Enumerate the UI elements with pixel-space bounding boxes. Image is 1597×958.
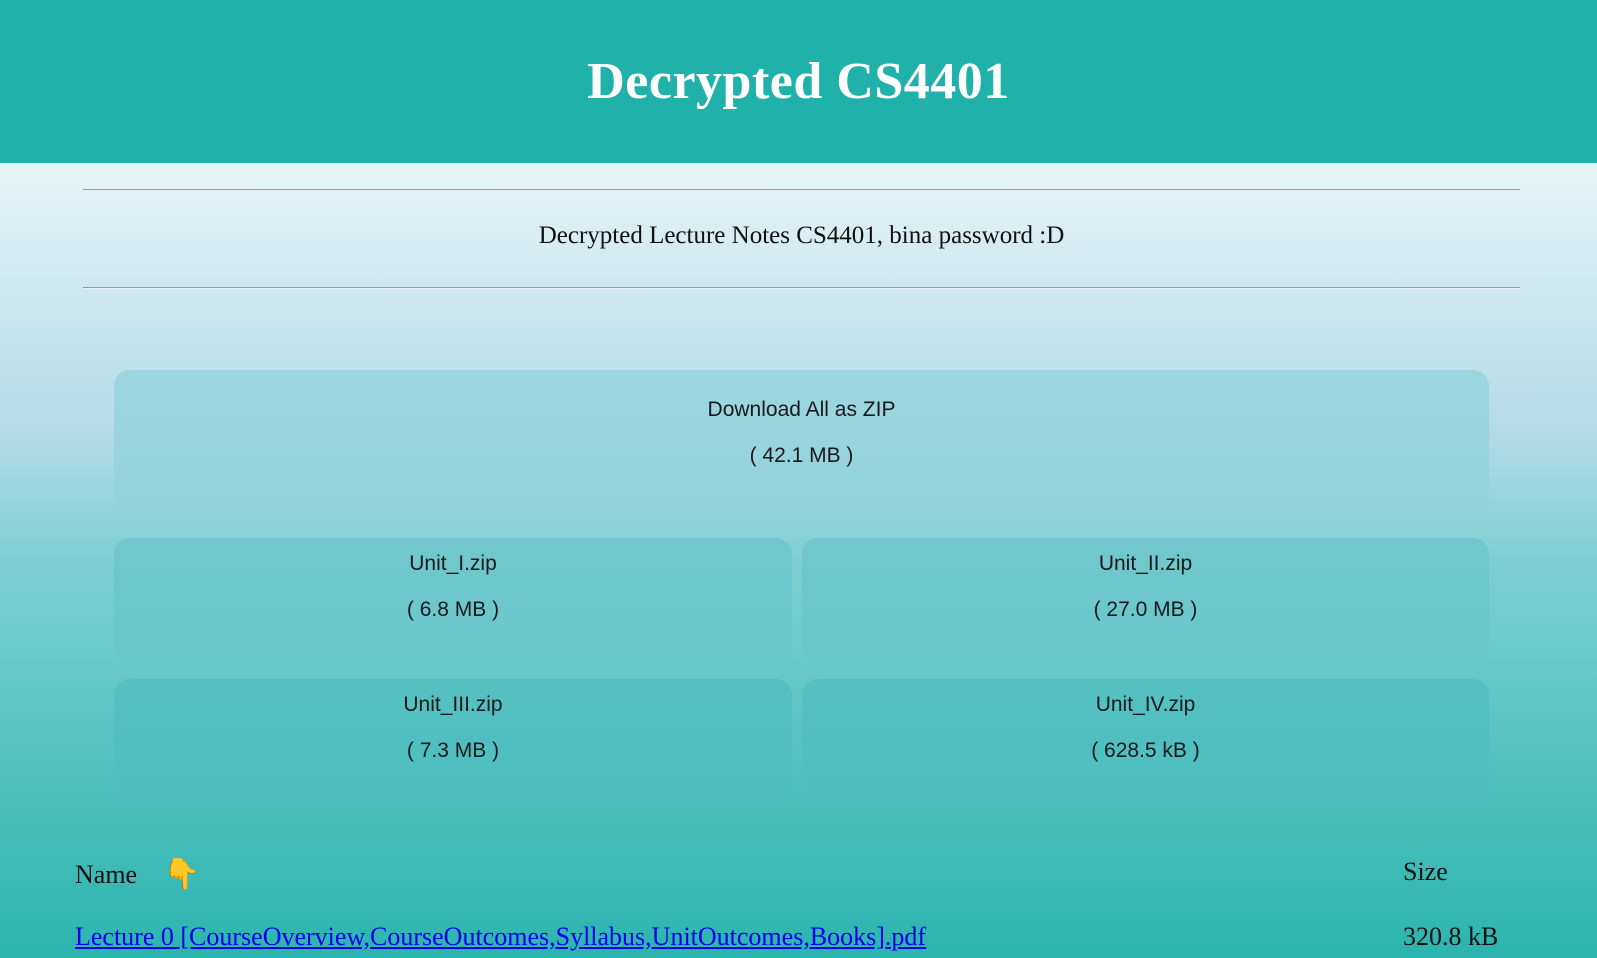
download-unit-3-button[interactable]: Unit_III.zip ( 7.3 MB ) — [114, 679, 792, 802]
download-unit-4-button[interactable]: Unit_IV.zip ( 628.5 kB ) — [802, 679, 1489, 802]
download-unit-2-button[interactable]: Unit_II.zip ( 27.0 MB ) — [802, 538, 1489, 662]
unit-4-label: Unit_IV.zip — [1095, 693, 1196, 716]
unit-4-size: ( 628.5 kB ) — [1091, 739, 1200, 762]
column-header-name: Name 👇 — [75, 860, 200, 890]
unit-3-size: ( 7.3 MB ) — [406, 739, 500, 762]
download-all-size: ( 42.1 MB ) — [749, 444, 854, 467]
divider-bottom — [83, 287, 1520, 289]
unit-1-label: Unit_I.zip — [409, 552, 497, 575]
unit-2-label: Unit_II.zip — [1098, 552, 1193, 575]
pointing-down-hand-icon[interactable]: 👇 — [163, 860, 200, 890]
download-all-label: Download All as ZIP — [707, 398, 896, 421]
page-header: Decrypted CS4401 — [0, 0, 1597, 163]
unit-3-label: Unit_III.zip — [403, 693, 503, 716]
unit-1-size: ( 6.8 MB ) — [406, 598, 500, 621]
column-name-label: Name — [75, 860, 138, 889]
file-link[interactable]: Lecture 0 [CourseOverview,CourseOutcomes… — [75, 922, 926, 952]
page-description: Decrypted Lecture Notes CS4401, bina pas… — [538, 222, 1065, 249]
unit-2-size: ( 27.0 MB ) — [1093, 598, 1198, 621]
divider-top — [83, 189, 1520, 191]
file-size: 320.8 kB — [1403, 922, 1499, 951]
page-title: Decrypted CS4401 — [587, 53, 1010, 110]
download-unit-1-button[interactable]: Unit_I.zip ( 6.8 MB ) — [114, 538, 792, 662]
download-all-button[interactable]: Download All as ZIP ( 42.1 MB ) — [114, 370, 1489, 522]
column-header-size[interactable]: Size — [1403, 857, 1448, 887]
